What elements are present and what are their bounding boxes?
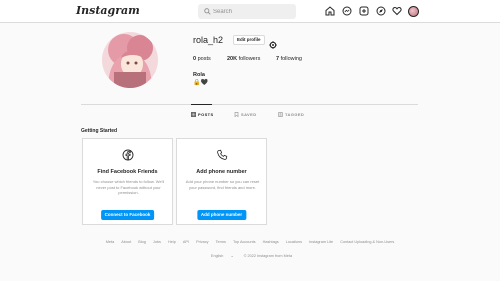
tab-posts-label: POSTS <box>198 112 214 117</box>
language-selector[interactable]: English ⌄ <box>208 254 237 258</box>
footer-link[interactable]: Top Accounts <box>233 240 256 244</box>
edit-profile-button[interactable]: Edit profile <box>233 35 265 45</box>
new-post-icon[interactable] <box>359 6 369 16</box>
search-box[interactable] <box>198 4 296 19</box>
profile-avatar-small[interactable] <box>408 6 419 17</box>
footer-bottom: English ⌄ © 2022 Instagram from Meta <box>0 253 500 258</box>
footer-link[interactable]: Locations <box>286 240 302 244</box>
search-input[interactable] <box>213 5 291 18</box>
settings-gear-icon[interactable] <box>269 36 277 49</box>
avatar-illustration <box>102 32 158 88</box>
card-description: Add your phone number so you can reset y… <box>185 179 260 190</box>
footer-link[interactable]: Blog <box>138 240 146 244</box>
following-count: 7 <box>276 56 280 62</box>
following-label: following <box>280 56 302 62</box>
add-phone-number-button[interactable]: Add phone number <box>196 210 247 220</box>
footer-link[interactable]: Meta <box>106 240 114 244</box>
active-tab-indicator <box>191 104 212 105</box>
language-label: English <box>210 254 224 258</box>
card-title: Find Facebook Friends <box>97 169 158 175</box>
explore-icon[interactable] <box>376 6 386 16</box>
tab-tagged-label: TAGGED <box>285 112 305 117</box>
activity-heart-icon[interactable] <box>392 6 402 16</box>
posts-label: posts <box>197 56 211 62</box>
footer-link[interactable]: Privacy <box>196 240 208 244</box>
footer-link[interactable]: Instagram Lite <box>309 240 333 244</box>
profile-full-name: Rola <box>193 72 205 78</box>
footer-links: Meta About Blog Jobs Help API Privacy Te… <box>0 240 500 244</box>
find-facebook-friends-card: Find Facebook Friends You choose which f… <box>82 138 173 225</box>
profile-avatar[interactable] <box>102 32 158 88</box>
footer-link[interactable]: Contact Uploading & Non-Users <box>340 240 394 244</box>
connect-facebook-button[interactable]: Connect to Facebook <box>100 210 155 220</box>
followers-stat[interactable]: 20K followers <box>227 56 260 62</box>
followers-label: followers <box>238 56 261 62</box>
instagram-logo[interactable]: Instagram <box>76 4 140 17</box>
chevron-down-icon: ⌄ <box>230 254 234 258</box>
add-phone-number-card: Add phone number Add your phone number s… <box>176 138 267 225</box>
followers-count: 20K <box>227 56 238 62</box>
bookmark-icon <box>234 112 239 117</box>
card-title: Add phone number <box>196 169 247 175</box>
tab-saved-label: SAVED <box>241 112 257 117</box>
footer-link[interactable]: Jobs <box>153 240 161 244</box>
footer-link[interactable]: API <box>183 240 189 244</box>
footer-link[interactable]: Hashtags <box>263 240 279 244</box>
footer-link[interactable]: About <box>121 240 131 244</box>
posts-count: 0 <box>193 56 197 62</box>
getting-started-title: Getting Started <box>81 128 118 134</box>
tab-posts[interactable]: POSTS <box>191 112 214 117</box>
tabs-divider <box>81 104 418 105</box>
card-description: You choose which friends to follow. We'l… <box>92 179 165 195</box>
following-stat[interactable]: 7 following <box>276 56 302 62</box>
tab-saved[interactable]: SAVED <box>234 112 256 117</box>
footer-link[interactable]: Help <box>168 240 176 244</box>
home-icon[interactable] <box>325 6 335 16</box>
profile-username: rola_h2 <box>193 35 224 45</box>
facebook-icon <box>122 149 133 161</box>
tab-tagged[interactable]: TAGGED <box>278 112 304 117</box>
footer-link[interactable]: Terms <box>216 240 226 244</box>
copyright-text: © 2022 Instagram from Meta <box>243 254 293 258</box>
tag-icon <box>278 112 283 117</box>
search-icon <box>204 8 211 15</box>
posts-stat: 0 posts <box>193 56 211 62</box>
top-navbar: Instagram <box>0 0 500 23</box>
profile-bio: 🔒🖤 <box>193 80 208 86</box>
phone-icon <box>216 149 227 160</box>
grid-icon <box>191 112 196 117</box>
messenger-icon[interactable] <box>342 6 352 16</box>
